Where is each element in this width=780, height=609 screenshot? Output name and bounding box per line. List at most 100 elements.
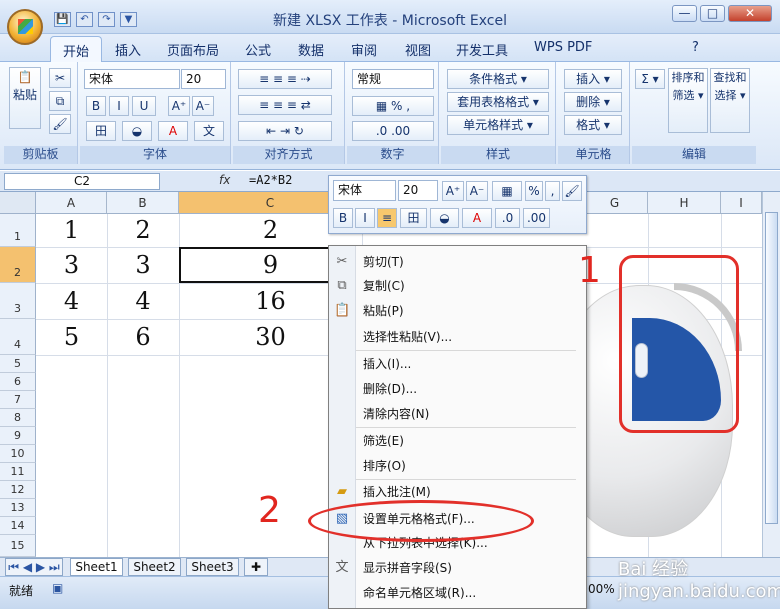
format-cells-button[interactable]: 格式 ▾: [564, 115, 622, 135]
column-header-a[interactable]: A: [36, 192, 107, 214]
mini-bold-button[interactable]: B: [333, 208, 353, 228]
format-painter-button[interactable]: 🖌: [49, 114, 71, 134]
cell-a1[interactable]: 1: [36, 216, 107, 244]
font-name-select[interactable]: 宋体: [84, 69, 180, 89]
mini-percent-button[interactable]: %: [525, 181, 543, 201]
mini-italic-button[interactable]: I: [355, 208, 375, 228]
select-all-corner[interactable]: [0, 192, 36, 214]
tab-review[interactable]: 审阅: [351, 40, 377, 59]
mini-currency-button[interactable]: ▦: [492, 181, 522, 201]
paste-button[interactable]: 📋 粘贴: [9, 67, 41, 129]
cell-b4[interactable]: 6: [107, 323, 179, 351]
tab-data[interactable]: 数据: [298, 40, 324, 59]
menu-delete[interactable]: 删除(D)...: [363, 380, 417, 398]
row-header-8[interactable]: 8: [0, 409, 36, 427]
row-header-6[interactable]: 6: [0, 373, 36, 391]
menu-clear-contents[interactable]: 清除内容(N): [363, 405, 429, 423]
sheet-tab-1[interactable]: Sheet1: [70, 558, 123, 576]
cell-a3[interactable]: 4: [36, 287, 107, 315]
tab-formulas[interactable]: 公式: [245, 40, 271, 59]
font-size-select[interactable]: 20: [181, 69, 226, 89]
tab-wps-pdf[interactable]: WPS PDF: [534, 40, 592, 55]
menu-insert-comment[interactable]: 插入批注(M): [363, 483, 431, 501]
cell-a2[interactable]: 3: [36, 251, 107, 279]
maximize-button[interactable]: □: [700, 5, 725, 22]
copy-button[interactable]: ⧉: [49, 91, 71, 111]
vertical-scrollbar[interactable]: [762, 192, 780, 577]
zoom-level[interactable]: 00%: [588, 582, 615, 596]
menu-show-phonetic[interactable]: 显示拼音字段(S): [363, 559, 452, 577]
mini-decrease-font-button[interactable]: A⁻: [466, 181, 488, 201]
menu-cut[interactable]: 剪切(T): [363, 253, 404, 271]
tab-view[interactable]: 视图: [405, 40, 431, 59]
formula-input[interactable]: =A2*B2: [249, 173, 292, 187]
row-header-7[interactable]: 7: [0, 391, 36, 409]
bold-button[interactable]: B: [86, 96, 106, 116]
row-header-3[interactable]: 3: [0, 283, 36, 319]
mini-format-painter-button[interactable]: 🖌: [562, 181, 582, 201]
number-format-select[interactable]: 常规: [352, 69, 434, 89]
vertical-alignment-buttons[interactable]: ≡ ≡ ≡ ⇢: [238, 69, 332, 89]
tab-developer[interactable]: 开发工具: [456, 40, 508, 59]
row-header-4[interactable]: 4: [0, 319, 36, 355]
insert-cells-button[interactable]: 插入 ▾: [564, 69, 622, 89]
mini-increase-decimal-button[interactable]: .0: [495, 208, 520, 228]
mini-center-button[interactable]: ≡: [377, 208, 397, 228]
tab-page-layout[interactable]: 页面布局: [167, 40, 219, 59]
conditional-format-button[interactable]: 条件格式 ▾: [447, 69, 549, 89]
row-header-11[interactable]: 11: [0, 463, 36, 481]
minimize-button[interactable]: —: [672, 5, 697, 22]
column-header-i[interactable]: I: [721, 192, 762, 214]
name-box[interactable]: C2: [4, 173, 160, 190]
indent-buttons[interactable]: ⇤ ⇥ ↻: [238, 121, 332, 141]
column-header-h[interactable]: H: [648, 192, 721, 214]
mini-increase-font-button[interactable]: A⁺: [442, 181, 464, 201]
help-icon[interactable]: ?: [692, 40, 699, 55]
mini-font-name-select[interactable]: 宋体: [333, 180, 396, 201]
borders-button[interactable]: 田: [86, 121, 116, 141]
cell-b3[interactable]: 4: [107, 287, 179, 315]
sheet-tab-3[interactable]: Sheet3: [186, 558, 239, 576]
mini-borders-button[interactable]: 田: [400, 208, 427, 228]
menu-insert[interactable]: 插入(I)...: [363, 355, 411, 373]
cell-b1[interactable]: 2: [107, 216, 179, 244]
row-header-2[interactable]: 2: [0, 247, 36, 283]
increase-font-button[interactable]: A⁺: [168, 96, 190, 116]
cut-button[interactable]: ✂: [49, 68, 71, 88]
mini-fill-button[interactable]: ◒: [430, 208, 459, 228]
tab-home[interactable]: 开始: [50, 36, 103, 63]
row-header-14[interactable]: 14: [0, 517, 36, 535]
italic-button[interactable]: I: [109, 96, 129, 116]
tab-insert[interactable]: 插入: [115, 40, 141, 59]
font-color-button[interactable]: A: [158, 121, 188, 141]
column-header-g[interactable]: G: [582, 192, 648, 214]
menu-copy[interactable]: 复制(C): [363, 277, 405, 295]
underline-button[interactable]: U: [132, 96, 156, 116]
autosum-button[interactable]: Σ ▾: [635, 69, 665, 89]
insert-sheet-icon[interactable]: ✚: [244, 558, 268, 576]
row-header-10[interactable]: 10: [0, 445, 36, 463]
sort-filter-button[interactable]: 排序和 筛选 ▾: [668, 68, 708, 133]
vertical-scroll-thumb[interactable]: [765, 212, 778, 524]
customize-quick-access-icon[interactable]: ▼: [120, 11, 137, 27]
close-button[interactable]: ✕: [728, 5, 772, 22]
menu-define-name[interactable]: 命名单元格区域(R)...: [363, 584, 476, 602]
cell-b2[interactable]: 3: [107, 251, 179, 279]
phonetic-button[interactable]: 文: [194, 121, 224, 141]
menu-filter[interactable]: 筛选(E): [363, 432, 404, 450]
row-header-1[interactable]: 1: [0, 214, 36, 247]
sheet-tab-2[interactable]: Sheet2: [128, 558, 181, 576]
delete-cells-button[interactable]: 删除 ▾: [564, 92, 622, 112]
decimal-buttons[interactable]: .0 .00: [352, 121, 434, 141]
currency-percent-buttons[interactable]: ▦ % ,: [352, 96, 434, 116]
row-header-9[interactable]: 9: [0, 427, 36, 445]
column-header-b[interactable]: B: [107, 192, 179, 214]
menu-paste[interactable]: 粘贴(P): [363, 302, 404, 320]
row-header-13[interactable]: 13: [0, 499, 36, 517]
insert-function-icon[interactable]: fx: [219, 173, 230, 187]
cell-a4[interactable]: 5: [36, 323, 107, 351]
menu-sort[interactable]: 排序(O): [363, 457, 406, 475]
row-header-5[interactable]: 5: [0, 355, 36, 373]
save-icon[interactable]: 💾: [54, 11, 71, 27]
fill-color-button[interactable]: ◒: [122, 121, 152, 141]
